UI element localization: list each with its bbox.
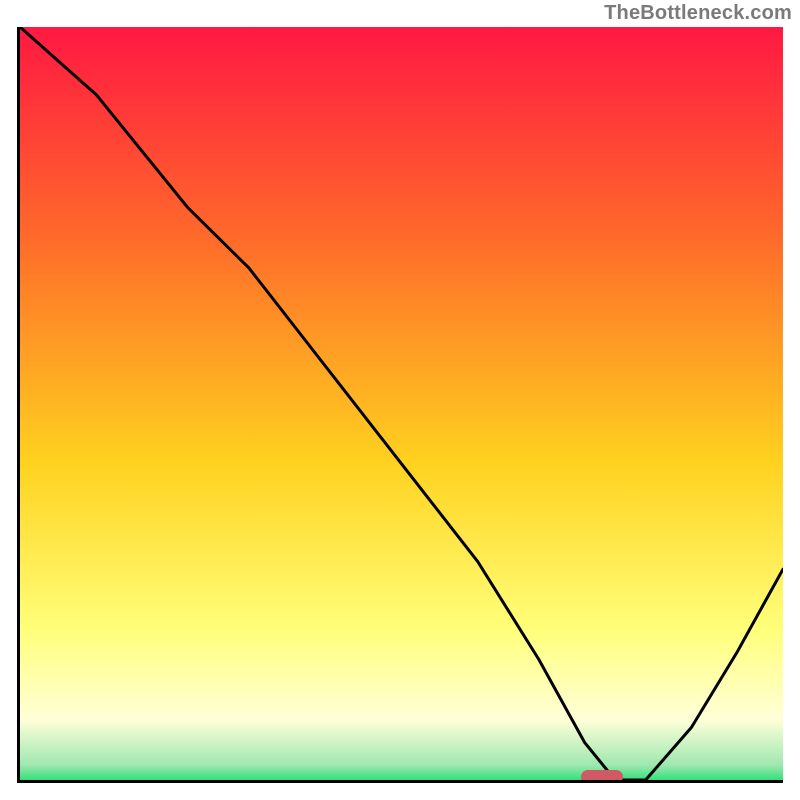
attribution-text: TheBottleneck.com	[604, 2, 792, 25]
optimal-marker	[581, 770, 623, 783]
chart-plot-area	[17, 27, 783, 783]
chart-curve	[20, 27, 783, 780]
